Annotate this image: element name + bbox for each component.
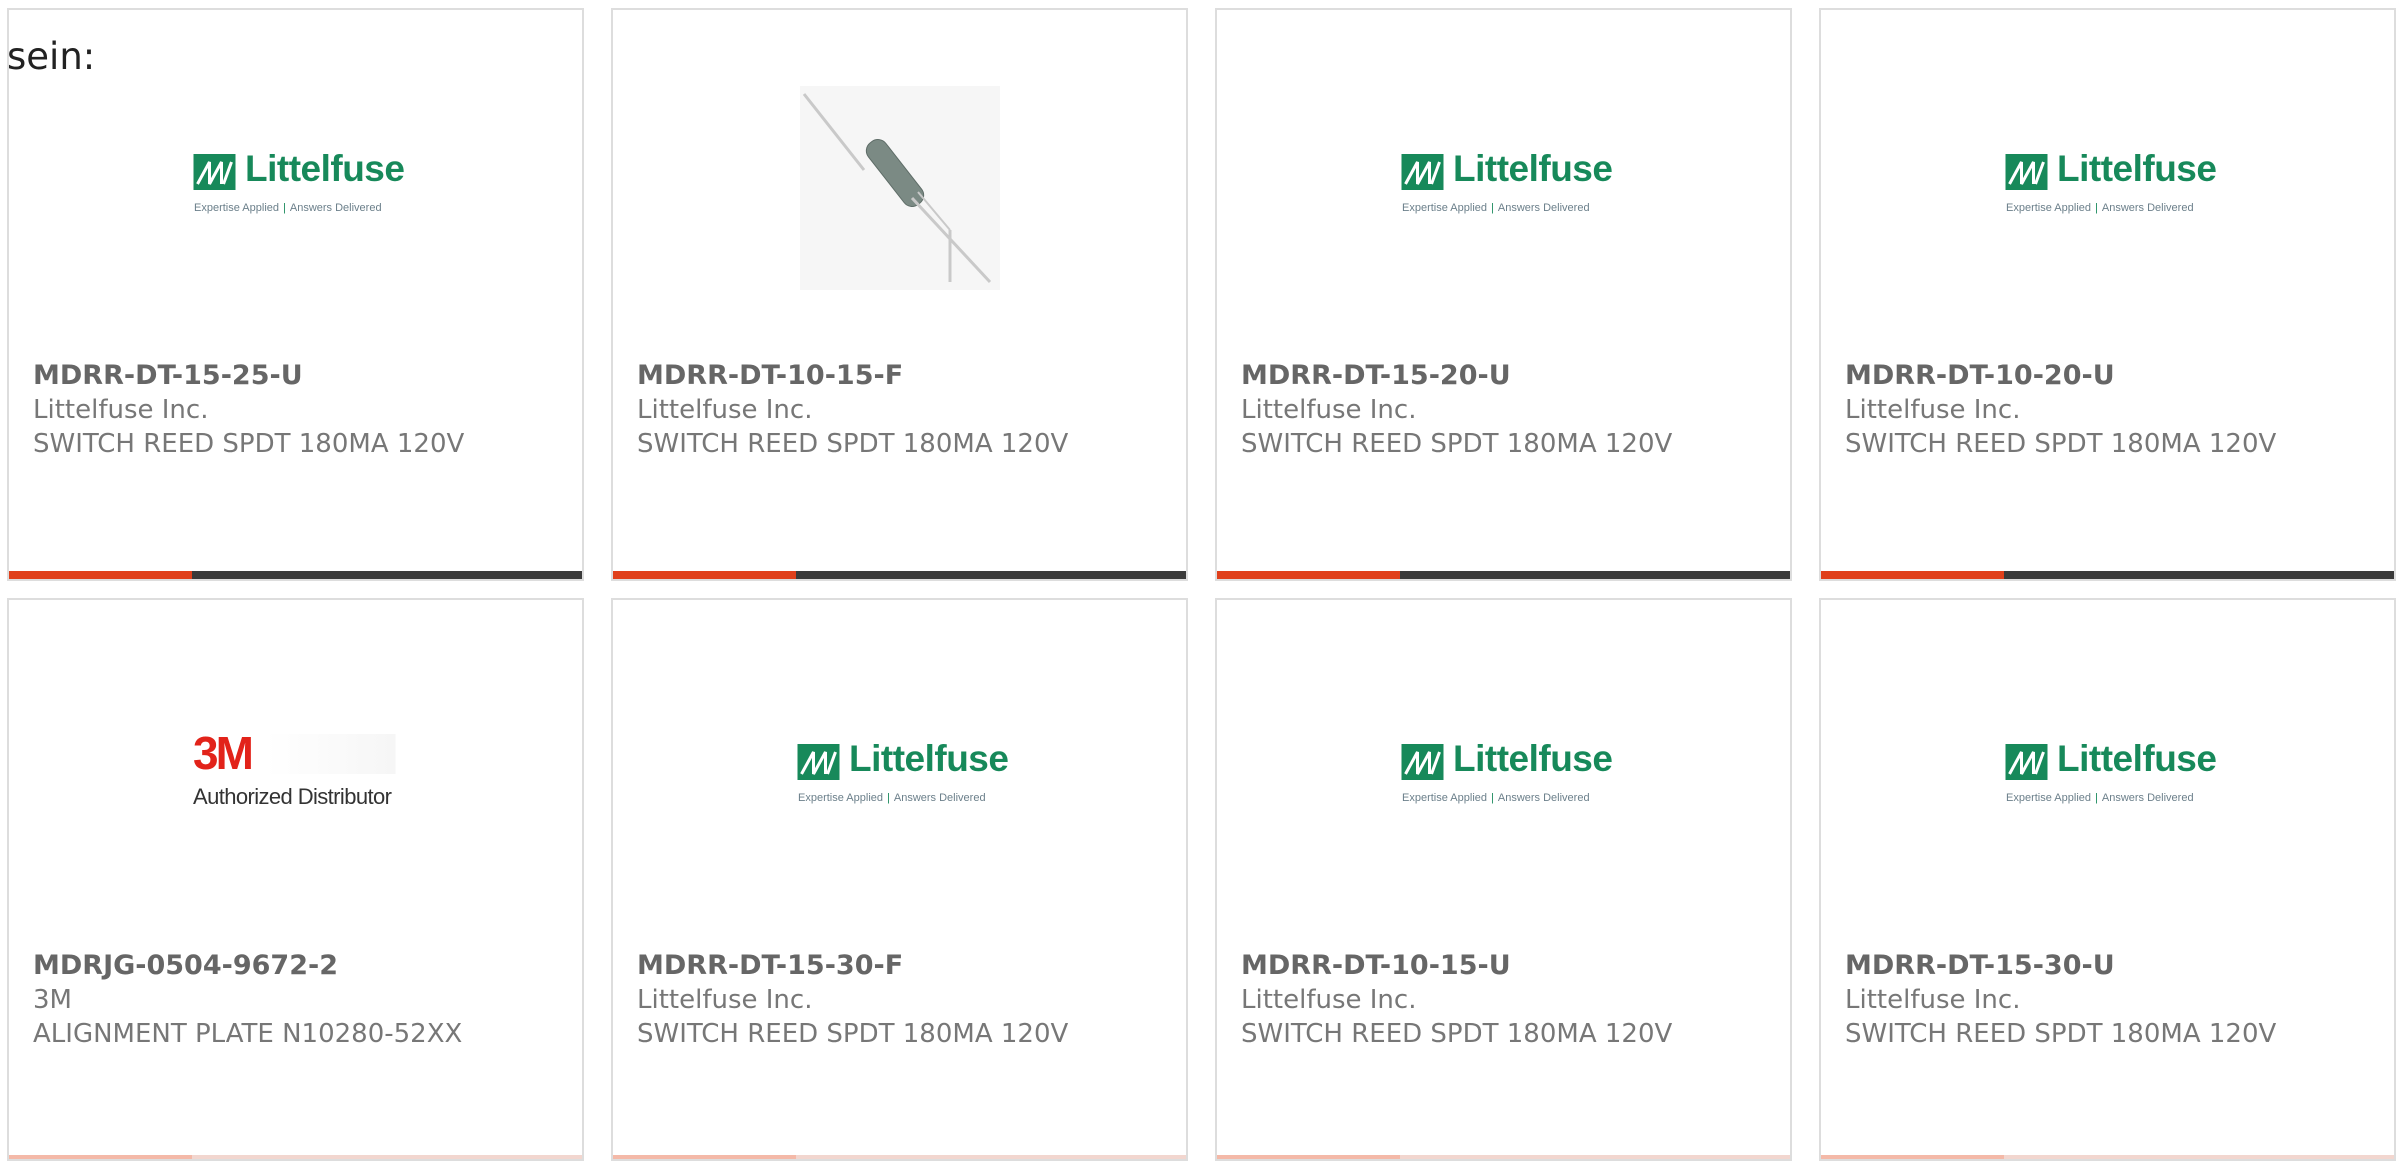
littelfuse-mark-icon bbox=[1401, 744, 1443, 780]
description: SWITCH REED SPDT 180MA 120V bbox=[637, 1019, 1069, 1049]
littelfuse-mark-icon bbox=[2005, 744, 2047, 780]
littelfuse-logo: Littelfuse Expertise Applied | Answers Del… bbox=[193, 148, 405, 222]
part-number[interactable]: MDRJG-0504-9672-2 bbox=[33, 949, 572, 983]
product-image[interactable]: Littelfuse Expertise Applied | Answers Del… bbox=[1217, 10, 1790, 330]
product-image[interactable] bbox=[613, 10, 1186, 330]
littelfuse-tagline: Expertise Applied | Answers Delivered bbox=[798, 792, 986, 804]
manufacturer: Littelfuse Inc. bbox=[637, 985, 813, 1015]
description: SWITCH REED SPDT 180MA 120V bbox=[1845, 1019, 2277, 1049]
manufacturer: Littelfuse Inc. bbox=[1845, 985, 2021, 1015]
card-accent-bar bbox=[9, 571, 582, 579]
card-accent-bar bbox=[1821, 571, 2394, 579]
description: SWITCH REED SPDT 180MA 120V bbox=[1845, 429, 2277, 459]
description: SWITCH REED SPDT 180MA 120V bbox=[33, 429, 465, 459]
littelfuse-tagline: Expertise Applied | Answers Delivered bbox=[1402, 792, 1590, 804]
product-image[interactable]: Littelfuse Expertise Applied | Answers Del… bbox=[1821, 600, 2394, 920]
3m-authorized-distributor-logo: 3M Authorized Distributor bbox=[193, 730, 398, 810]
manufacturer: Littelfuse Inc. bbox=[33, 395, 209, 425]
manufacturer: Littelfuse Inc. bbox=[1241, 985, 1417, 1015]
card-accent-bar bbox=[1217, 571, 1790, 579]
3m-mark: 3M bbox=[193, 727, 254, 779]
littelfuse-wordmark: Littelfuse bbox=[2057, 738, 2217, 779]
littelfuse-wordmark: Littelfuse bbox=[1453, 738, 1613, 779]
manufacturer: Littelfuse Inc. bbox=[1241, 395, 1417, 425]
product-image[interactable]: Littelfuse Expertise Applied | Answers Del… bbox=[1217, 600, 1790, 920]
littelfuse-wordmark: Littelfuse bbox=[245, 148, 405, 189]
product-card[interactable]: Littelfuse Expertise Applied | Answers Del… bbox=[611, 598, 1188, 1161]
description: ALIGNMENT PLATE N10280-52XX bbox=[33, 1019, 463, 1049]
product-card[interactable]: Littelfuse Expertise Applied | Answers Del… bbox=[1819, 8, 2396, 581]
littelfuse-tagline: Expertise Applied | Answers Delivered bbox=[1402, 202, 1590, 214]
description: SWITCH REED SPDT 180MA 120V bbox=[1241, 1019, 1673, 1049]
littelfuse-logo: Littelfuse Expertise Applied | Answers Del… bbox=[1401, 148, 1613, 222]
3m-logo-text: Authorized Distributor bbox=[193, 784, 392, 809]
product-card[interactable]: Littelfuse Expertise Applied | Answers Del… bbox=[7, 8, 584, 581]
product-card[interactable]: Littelfuse Expertise Applied | Answers Del… bbox=[1215, 598, 1792, 1161]
product-image[interactable]: Littelfuse Expertise Applied | Answers Del… bbox=[1821, 10, 2394, 330]
card-accent-bar bbox=[1821, 1155, 2394, 1159]
littelfuse-tagline: Expertise Applied | Answers Delivered bbox=[2006, 792, 2194, 804]
littelfuse-tagline: Expertise Applied | Answers Delivered bbox=[194, 202, 382, 214]
part-number[interactable]: MDRR-DT-10-15-U bbox=[1241, 949, 1780, 983]
product-card[interactable]: 3M Authorized Distributor MDRJG-0504-967… bbox=[7, 598, 584, 1161]
product-card[interactable]: Littelfuse Expertise Applied | Answers Del… bbox=[1215, 8, 1792, 581]
manufacturer: 3M bbox=[33, 985, 72, 1015]
reed-switch-photo bbox=[799, 86, 1000, 290]
littelfuse-mark-icon bbox=[1401, 154, 1443, 190]
manufacturer: Littelfuse Inc. bbox=[1845, 395, 2021, 425]
littelfuse-logo: Littelfuse Expertise Applied | Answers Del… bbox=[2005, 738, 2217, 812]
card-accent-bar bbox=[1217, 1155, 1790, 1159]
part-number[interactable]: MDRR-DT-15-30-F bbox=[637, 949, 1176, 983]
description: SWITCH REED SPDT 180MA 120V bbox=[1241, 429, 1673, 459]
intro-text: sein: bbox=[7, 35, 96, 78]
littelfuse-logo: Littelfuse Expertise Applied | Answers Del… bbox=[797, 738, 1009, 812]
littelfuse-wordmark: Littelfuse bbox=[1453, 148, 1613, 189]
littelfuse-logo: Littelfuse Expertise Applied | Answers Del… bbox=[1401, 738, 1613, 812]
littelfuse-wordmark: Littelfuse bbox=[2057, 148, 2217, 189]
product-card[interactable]: Littelfuse Expertise Applied | Answers Del… bbox=[1819, 598, 2396, 1161]
part-number[interactable]: MDRR-DT-15-30-U bbox=[1845, 949, 2384, 983]
part-number[interactable]: MDRR-DT-15-25-U bbox=[33, 359, 572, 393]
littelfuse-wordmark: Littelfuse bbox=[849, 738, 1009, 779]
card-accent-bar bbox=[9, 1155, 582, 1159]
littelfuse-mark-icon bbox=[797, 744, 839, 780]
part-number[interactable]: MDRR-DT-15-20-U bbox=[1241, 359, 1780, 393]
littelfuse-logo: Littelfuse Expertise Applied | Answers Del… bbox=[2005, 148, 2217, 222]
part-number[interactable]: MDRR-DT-10-15-F bbox=[637, 359, 1176, 393]
product-image[interactable]: Littelfuse Expertise Applied | Answers Del… bbox=[613, 600, 1186, 920]
description: SWITCH REED SPDT 180MA 120V bbox=[637, 429, 1069, 459]
littelfuse-tagline: Expertise Applied | Answers Delivered bbox=[2006, 202, 2194, 214]
littelfuse-mark-icon bbox=[2005, 154, 2047, 190]
manufacturer: Littelfuse Inc. bbox=[637, 395, 813, 425]
card-accent-bar bbox=[613, 1155, 1186, 1159]
card-accent-bar bbox=[613, 571, 1186, 579]
product-card[interactable]: MDRR-DT-10-15-F Littelfuse Inc. SWITCH R… bbox=[611, 8, 1188, 581]
part-number[interactable]: MDRR-DT-10-20-U bbox=[1845, 359, 2384, 393]
product-image[interactable]: 3M Authorized Distributor bbox=[9, 600, 582, 920]
littelfuse-mark-icon bbox=[193, 154, 235, 190]
